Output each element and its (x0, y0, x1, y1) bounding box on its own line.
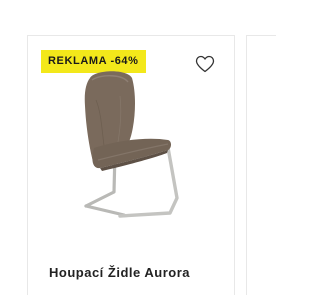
next-product-card[interactable] (246, 35, 276, 295)
product-image[interactable] (72, 70, 192, 220)
heart-outline-icon[interactable] (195, 55, 215, 73)
